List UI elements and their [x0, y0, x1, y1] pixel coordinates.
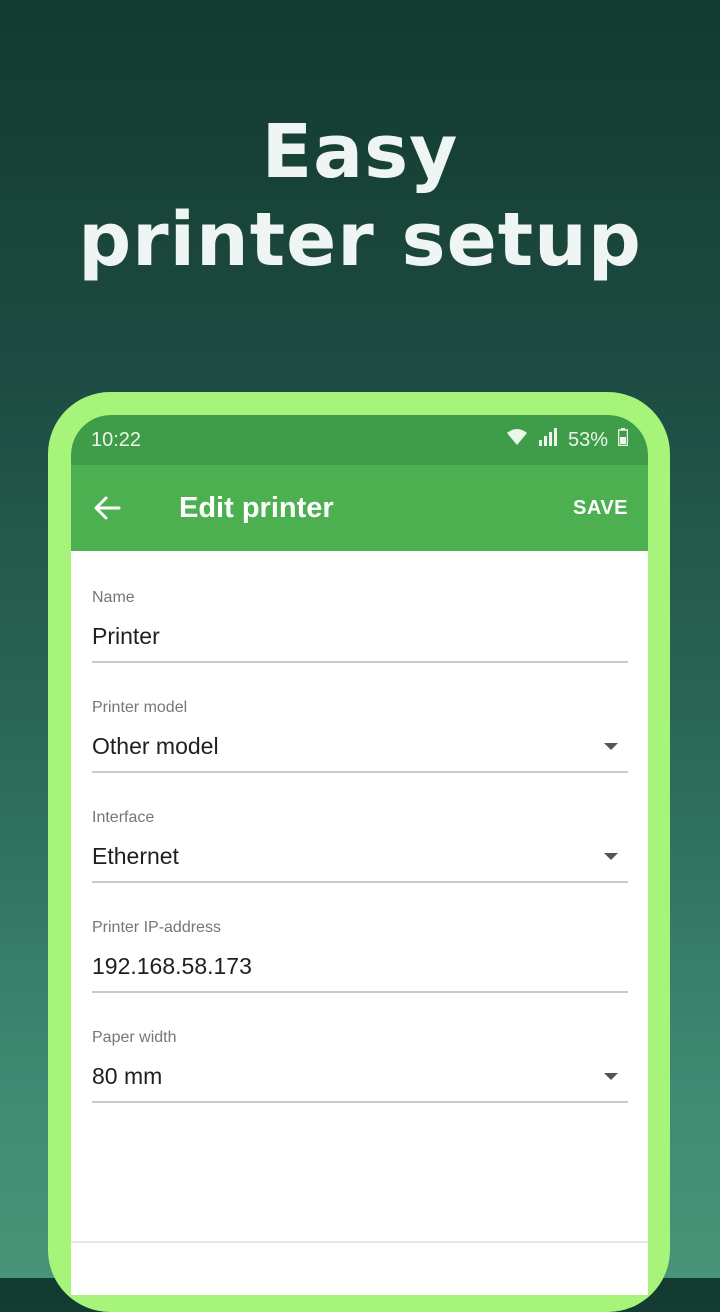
ip-address-field[interactable]: Printer IP-address 192.168.58.173 [92, 919, 628, 993]
save-button[interactable]: SAVE [573, 497, 628, 520]
interface-field[interactable]: Interface Ethernet [92, 809, 628, 883]
promo-headline: Easy printer setup [0, 108, 720, 284]
phone-screen: 10:22 53% Edit printer SAVE Name Printer… [71, 415, 648, 1295]
ip-address-input[interactable]: 192.168.58.173 [92, 953, 618, 980]
signal-icon [538, 428, 558, 452]
headline-line-2: printer setup [78, 197, 642, 283]
name-input[interactable]: Printer [92, 623, 618, 650]
name-label: Name [92, 589, 135, 606]
dropdown-arrow-icon[interactable] [604, 1072, 618, 1080]
paper-width-select[interactable]: 80 mm [92, 1063, 604, 1090]
wifi-icon [506, 428, 528, 452]
ip-address-label: Printer IP-address [92, 919, 221, 936]
dropdown-arrow-icon[interactable] [604, 852, 618, 860]
name-field[interactable]: Name Printer [92, 589, 628, 663]
section-divider [71, 1241, 648, 1243]
paper-width-field[interactable]: Paper width 80 mm [92, 1029, 628, 1103]
dropdown-arrow-icon[interactable] [604, 742, 618, 750]
app-bar: Edit printer SAVE [71, 465, 648, 551]
paper-width-label: Paper width [92, 1029, 177, 1046]
page-title: Edit printer [179, 491, 334, 524]
status-bar: 10:22 53% [71, 415, 648, 465]
battery-icon [617, 428, 629, 452]
battery-percent: 53% [567, 428, 608, 451]
printer-model-field[interactable]: Printer model Other model [92, 699, 628, 773]
printer-model-select[interactable]: Other model [92, 733, 604, 760]
interface-select[interactable]: Ethernet [92, 843, 604, 870]
interface-label: Interface [92, 809, 155, 826]
printer-model-label: Printer model [92, 699, 188, 716]
back-arrow-icon[interactable] [93, 488, 133, 528]
headline-line-1: Easy [261, 109, 459, 195]
printer-form: Name Printer Printer model Other model I… [71, 551, 648, 1103]
status-time: 10:22 [91, 428, 142, 451]
